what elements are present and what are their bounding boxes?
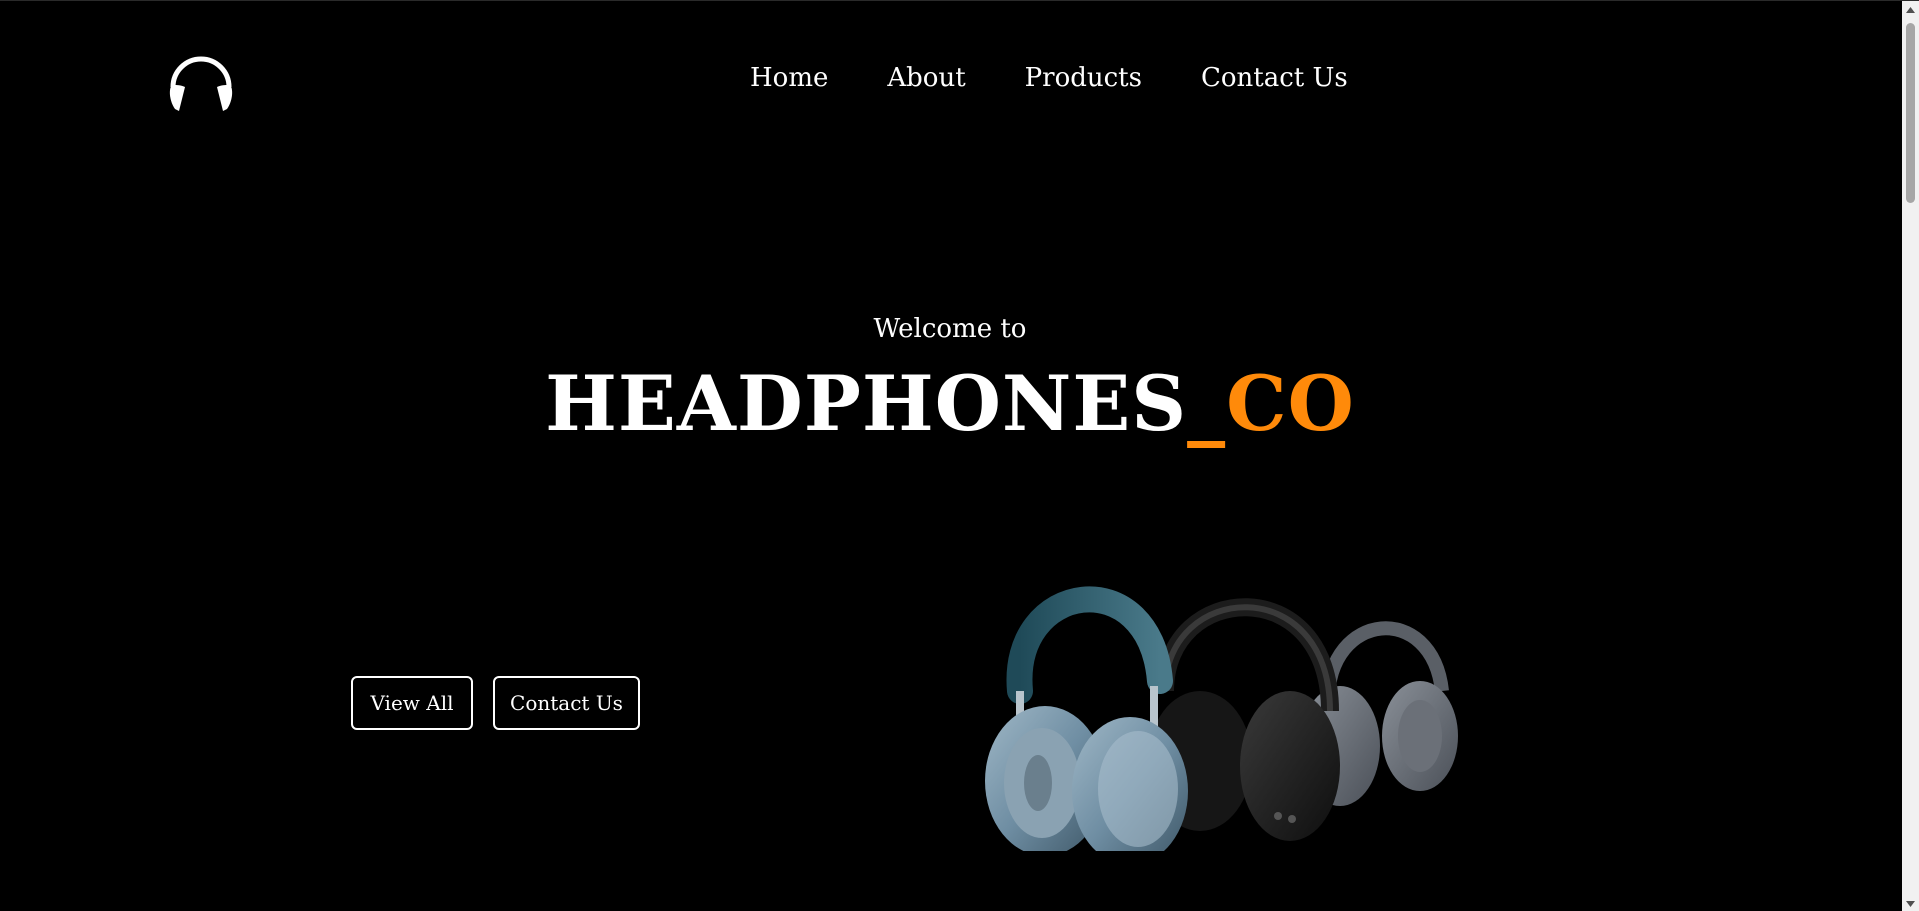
main-nav: Home About Products Contact Us — [750, 63, 1348, 93]
brand-title-accent: _CO — [1187, 359, 1355, 448]
vertical-scrollbar[interactable] — [1902, 1, 1919, 911]
page: Home About Products Contact Us Welcome t… — [0, 0, 1919, 911]
scrollbar-thumb[interactable] — [1906, 23, 1915, 203]
view-all-button[interactable]: View All — [351, 676, 473, 730]
headphones-logo-icon[interactable] — [165, 41, 237, 113]
headphones-product-image — [980, 561, 1500, 865]
nav-products-link[interactable]: Products — [1025, 63, 1142, 93]
brand-title-main: HEADPHONES — [545, 359, 1188, 448]
scroll-down-arrow-icon[interactable] — [1902, 895, 1919, 911]
nav-about-link[interactable]: About — [887, 63, 965, 93]
brand-title: HEADPHONES_CO — [0, 359, 1900, 448]
scroll-up-arrow-icon[interactable] — [1902, 1, 1919, 18]
contact-us-button[interactable]: Contact Us — [493, 676, 640, 730]
welcome-text: Welcome to — [873, 314, 1027, 344]
nav-home-link[interactable]: Home — [750, 63, 828, 93]
nav-contact-link[interactable]: Contact Us — [1201, 63, 1348, 93]
